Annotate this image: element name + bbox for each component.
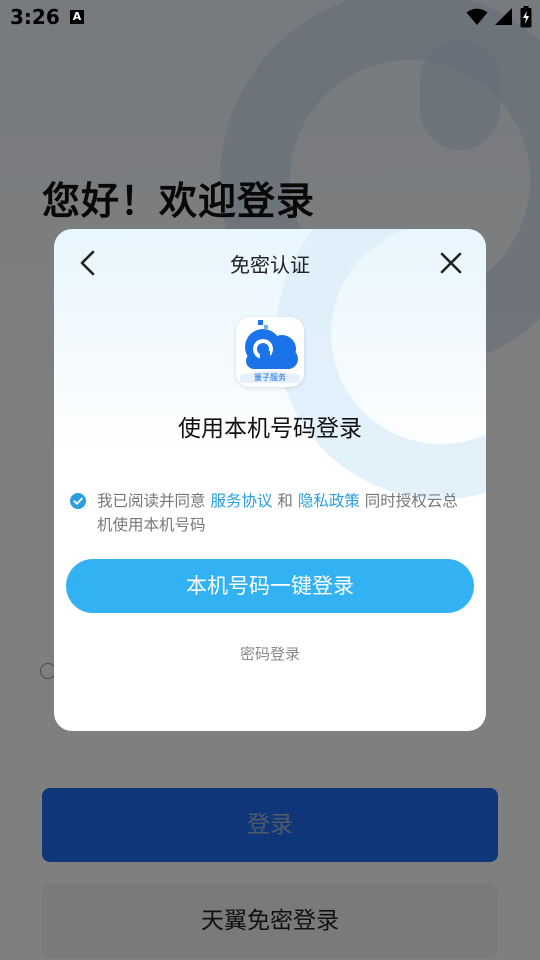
one-click-login-button[interactable]: 本机号码一键登录	[66, 559, 474, 613]
close-icon[interactable]	[438, 249, 464, 277]
checkbox-checked-icon[interactable]	[70, 493, 86, 509]
notification-a-icon: A	[70, 10, 84, 24]
signal-icon	[495, 8, 512, 25]
agreement: 我已阅读并同意 服务协议 和 隐私政策 同时授权云总机使用本机号码	[70, 489, 470, 537]
dialog-title: 免密认证	[230, 253, 310, 277]
status-time: 3:26	[10, 5, 60, 29]
auth-dialog: 免密认证 量子服务 使用本机号码登录 我已阅读并同意 服务协议 和 隐私政策 同…	[54, 229, 486, 731]
password-login-link[interactable]: 密码登录	[54, 643, 486, 664]
status-bar: 3:26 A	[0, 0, 540, 36]
service-agreement-link[interactable]: 服务协议	[210, 492, 272, 510]
battery-charging-icon	[520, 6, 532, 28]
wifi-icon	[466, 8, 488, 25]
app-logo: 量子服务	[236, 317, 304, 387]
logo-tag: 量子服务	[254, 373, 286, 382]
dialog-subtitle: 使用本机号码登录	[178, 416, 362, 442]
status-icons	[460, 6, 532, 28]
agreement-text: 我已阅读并同意 服务协议 和 隐私政策 同时授权云总机使用本机号码	[70, 489, 470, 537]
privacy-policy-link[interactable]: 隐私政策	[298, 492, 360, 510]
login-screen: 您好！欢迎登录 登录 天翼免密登录 3:26 A	[0, 0, 540, 960]
agreement-middle: 和	[272, 492, 298, 510]
agreement-prefix: 我已阅读并同意	[97, 492, 211, 510]
